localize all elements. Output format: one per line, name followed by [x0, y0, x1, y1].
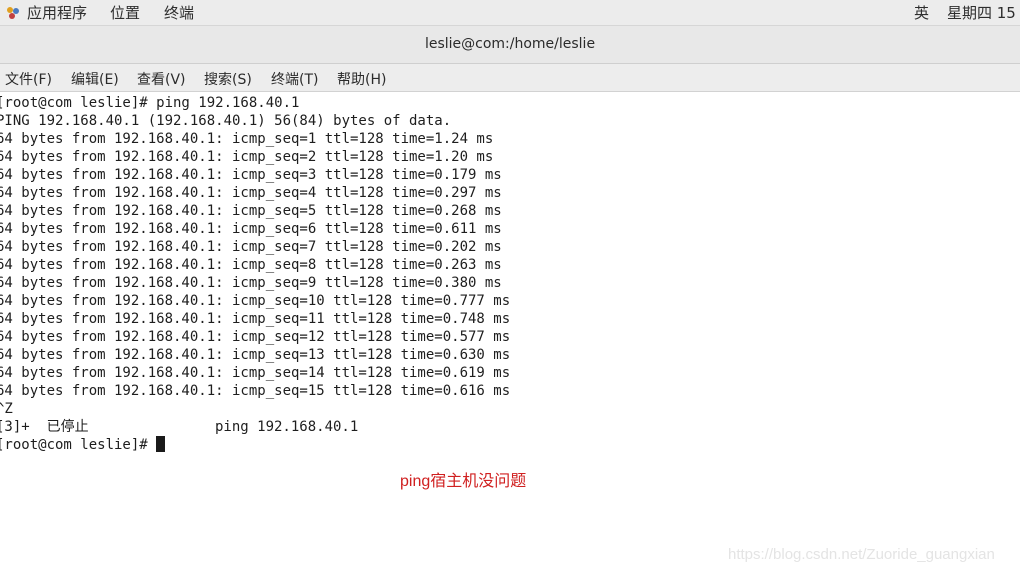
menu-search[interactable]: 搜索(S)	[204, 69, 252, 89]
terminal-app-menu[interactable]: 终端	[164, 2, 194, 23]
top-panel: 应用程序 位置 终端 英 星期四 15	[0, 0, 1020, 26]
menu-file[interactable]: 文件(F)	[5, 69, 52, 89]
terminal-line: ^Z	[0, 401, 13, 417]
terminal-line: 64 bytes from 192.168.40.1: icmp_seq=14 …	[0, 365, 511, 381]
terminal-line: 64 bytes from 192.168.40.1: icmp_seq=13 …	[0, 347, 511, 363]
places-menu[interactable]: 位置	[110, 2, 140, 23]
text-cursor	[156, 436, 166, 452]
clock[interactable]: 星期四 15	[947, 2, 1016, 23]
menu-view[interactable]: 查看(V)	[137, 69, 186, 89]
applications-label: 应用程序	[27, 4, 88, 22]
menu-edit[interactable]: 编辑(E)	[71, 69, 119, 89]
terminal-line: 64 bytes from 192.168.40.1: icmp_seq=11 …	[0, 311, 511, 327]
terminal-prompt: [root@com leslie]#	[0, 437, 157, 453]
watermark: https://blog.csdn.net/Zuoride_guangxian	[728, 546, 995, 563]
terminal-line: PING 192.168.40.1 (192.168.40.1) 56(84) …	[0, 113, 452, 129]
terminal-line: 64 bytes from 192.168.40.1: icmp_seq=1 t…	[0, 131, 494, 147]
terminal-line: [root@com leslie]# ping 192.168.40.1	[0, 95, 300, 111]
menu-help[interactable]: 帮助(H)	[337, 69, 386, 89]
window-title: leslie@com:/home/leslie	[424, 36, 596, 52]
input-method-indicator[interactable]: 英	[914, 2, 929, 23]
terminal-line: 64 bytes from 192.168.40.1: icmp_seq=15 …	[0, 383, 511, 399]
terminal-line: [3]+ 已停止 ping 192.168.40.1	[0, 419, 359, 435]
applications-menu[interactable]: 应用程序	[5, 2, 87, 23]
terminal-line: 64 bytes from 192.168.40.1: icmp_seq=4 t…	[0, 185, 502, 201]
menu-bar: 文件(F) 编辑(E) 查看(V) 搜索(S) 终端(T) 帮助(H)	[0, 64, 1020, 92]
window-titlebar[interactable]: leslie@com:/home/leslie	[0, 26, 1020, 64]
terminal-line: 64 bytes from 192.168.40.1: icmp_seq=3 t…	[0, 167, 502, 183]
terminal-line: 64 bytes from 192.168.40.1: icmp_seq=6 t…	[0, 221, 502, 237]
terminal-prompt-line[interactable]: [root@com leslie]#	[0, 436, 166, 454]
terminal-line: 64 bytes from 192.168.40.1: icmp_seq=7 t…	[0, 239, 502, 255]
annotation-caption: ping宿主机没问题	[400, 473, 527, 490]
terminal-line: 64 bytes from 192.168.40.1: icmp_seq=9 t…	[0, 275, 502, 291]
menu-terminal[interactable]: 终端(T)	[271, 69, 318, 89]
terminal-line: 64 bytes from 192.168.40.1: icmp_seq=2 t…	[0, 149, 494, 165]
terminal-line: 64 bytes from 192.168.40.1: icmp_seq=12 …	[0, 329, 511, 345]
terminal-output[interactable]: [root@com leslie]# ping 192.168.40.1 PIN…	[0, 92, 1020, 574]
terminal-line: 64 bytes from 192.168.40.1: icmp_seq=10 …	[0, 293, 511, 309]
terminal-line: 64 bytes from 192.168.40.1: icmp_seq=8 t…	[0, 257, 502, 273]
applications-icon	[7, 6, 19, 19]
terminal-line: 64 bytes from 192.168.40.1: icmp_seq=5 t…	[0, 203, 502, 219]
